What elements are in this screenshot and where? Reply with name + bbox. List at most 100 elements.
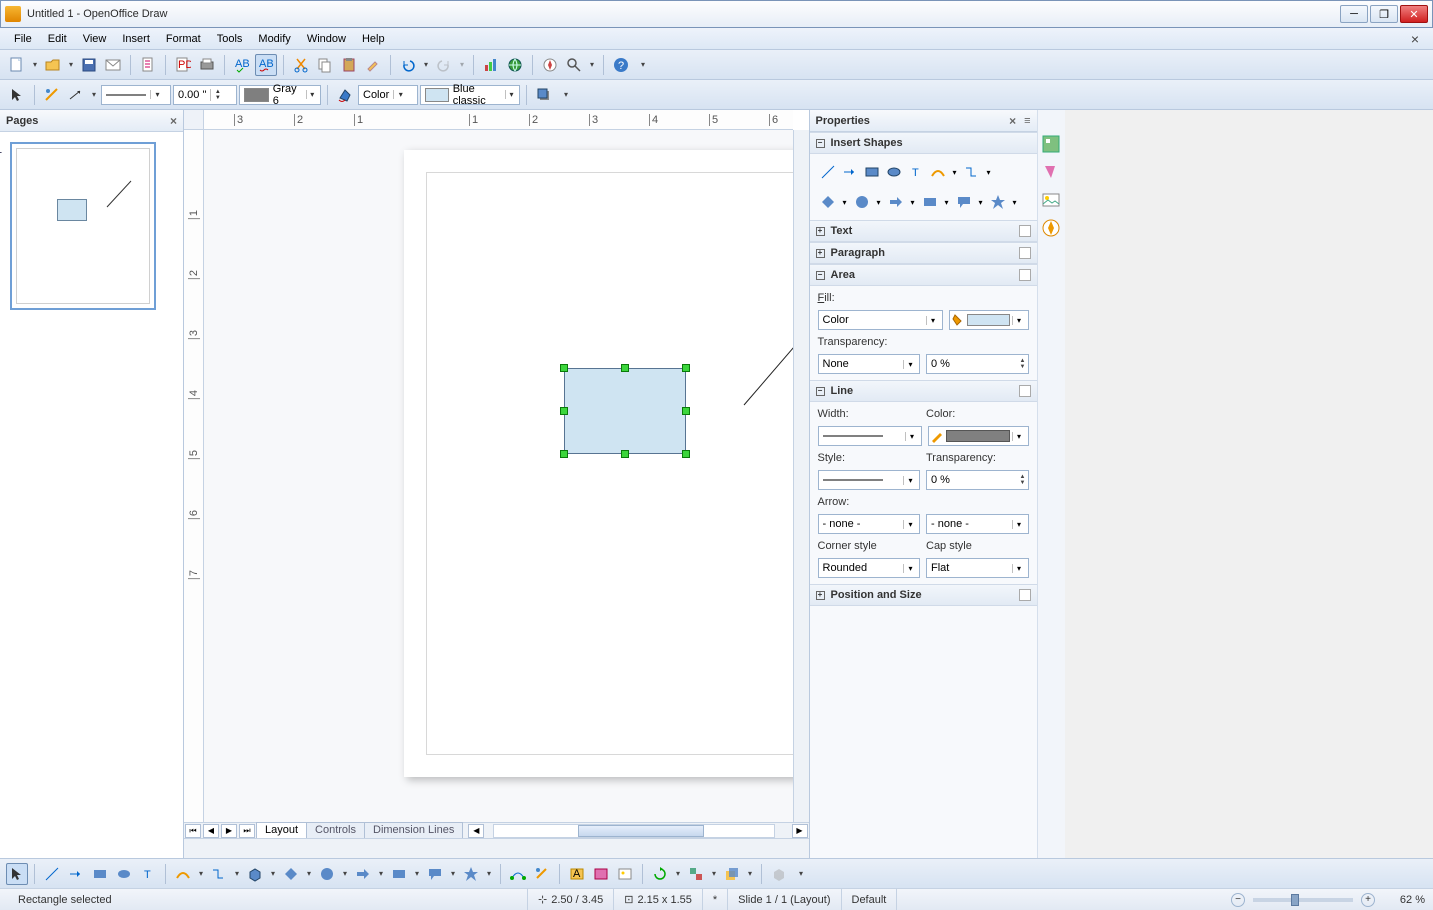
section-line-more-icon[interactable] xyxy=(1019,385,1031,397)
menu-modify[interactable]: Modify xyxy=(250,31,298,47)
tab-layout[interactable]: Layout xyxy=(256,822,307,838)
selected-rectangle-shape[interactable] xyxy=(564,368,686,454)
redo-button[interactable] xyxy=(433,54,455,76)
resize-handle-n[interactable] xyxy=(621,364,629,372)
section-insert-shapes[interactable]: −Insert Shapes xyxy=(810,132,1037,154)
draw-basic-button[interactable] xyxy=(280,863,302,885)
zoom-in-button[interactable]: + xyxy=(1361,893,1375,907)
shape-connector-button[interactable] xyxy=(962,162,982,182)
chart-button[interactable] xyxy=(480,54,502,76)
draw-gallery-button[interactable] xyxy=(614,863,636,885)
draw-from-file-button[interactable] xyxy=(590,863,612,885)
line-color-combo[interactable]: Gray 6▾ xyxy=(239,85,321,105)
horizontal-ruler[interactable]: 3 2 1 1 2 3 4 5 6 7 8 9 10 11 xyxy=(204,110,793,130)
arrow-end-select[interactable]: - none -▾ xyxy=(926,514,1029,534)
menu-file[interactable]: File xyxy=(6,31,40,47)
draw-basic-dropdown[interactable]: ▾ xyxy=(304,869,314,878)
section-text-more-icon[interactable] xyxy=(1019,225,1031,237)
paste-button[interactable] xyxy=(338,54,360,76)
draw-3d-button[interactable] xyxy=(244,863,266,885)
arrow-style-button[interactable] xyxy=(65,84,87,106)
draw-effects-dropdown[interactable]: ▾ xyxy=(673,869,683,878)
save-button[interactable] xyxy=(78,54,100,76)
draw-symbol-button[interactable] xyxy=(316,863,338,885)
draw-ellipse-button[interactable] xyxy=(113,863,135,885)
draw-gluepoints-button[interactable] xyxy=(531,863,553,885)
minimize-button[interactable]: ─ xyxy=(1340,5,1368,23)
menu-format[interactable]: Format xyxy=(158,31,209,47)
format-paintbrush-button[interactable] xyxy=(362,54,384,76)
section-position-size[interactable]: +Position and Size xyxy=(810,584,1037,606)
shape-basic-dropdown[interactable]: ▾ xyxy=(840,192,850,212)
vertical-ruler[interactable]: 1 2 3 4 5 6 7 xyxy=(184,130,204,822)
last-page-button[interactable]: ⏭ xyxy=(239,824,255,838)
fill-mode-select[interactable]: Color▾ xyxy=(818,310,943,330)
open-dropdown[interactable]: ▾ xyxy=(66,60,76,69)
horizontal-scrollbar[interactable] xyxy=(493,824,774,838)
transparency-value-field[interactable]: 0 %▲▼ xyxy=(926,354,1029,374)
first-page-button[interactable]: ⏮ xyxy=(185,824,201,838)
draw-callout-button[interactable] xyxy=(424,863,446,885)
auto-spellcheck-button[interactable]: ABC xyxy=(255,54,277,76)
menu-insert[interactable]: Insert xyxy=(114,31,158,47)
hscroll-left-button[interactable]: ◀ xyxy=(468,824,484,838)
line-width-field[interactable]: 0.00 "▲▼ xyxy=(173,85,237,105)
draw-extrusion-button[interactable] xyxy=(768,863,790,885)
fill-color-combo[interactable]: Blue classic▾ xyxy=(420,85,520,105)
draw-text-button[interactable]: T xyxy=(137,863,159,885)
resize-handle-e[interactable] xyxy=(682,407,690,415)
section-paragraph-more-icon[interactable] xyxy=(1019,247,1031,259)
undo-dropdown[interactable]: ▾ xyxy=(421,60,431,69)
shape-arrow-button[interactable] xyxy=(840,162,860,182)
section-text[interactable]: +Text xyxy=(810,220,1037,242)
line-style-button[interactable] xyxy=(41,84,63,106)
shape-curve-button[interactable] xyxy=(928,162,948,182)
maximize-button[interactable]: ❐ xyxy=(1370,5,1398,23)
cap-style-select[interactable]: Flat▾ xyxy=(926,558,1029,578)
draw-points-button[interactable] xyxy=(507,863,529,885)
sidebar-settings-icon[interactable]: ≡ xyxy=(1024,115,1030,127)
draw-blockarrow-dropdown[interactable]: ▾ xyxy=(376,869,386,878)
menu-help[interactable]: Help xyxy=(354,31,393,47)
shape-flowchart-dropdown[interactable]: ▾ xyxy=(942,192,952,212)
draw-star-button[interactable] xyxy=(460,863,482,885)
line-style-combo[interactable]: ▾ xyxy=(101,85,171,105)
export-pdf-button[interactable]: PDF xyxy=(172,54,194,76)
next-page-button[interactable]: ▶ xyxy=(221,824,237,838)
menu-tools[interactable]: Tools xyxy=(209,31,251,47)
shape-callout-dropdown[interactable]: ▾ xyxy=(976,192,986,212)
page-thumbnail[interactable] xyxy=(10,142,156,310)
copy-button[interactable] xyxy=(314,54,336,76)
spellcheck-button[interactable]: ABC xyxy=(231,54,253,76)
shape-line-button[interactable] xyxy=(818,162,838,182)
zoom-out-button[interactable]: − xyxy=(1231,893,1245,907)
pages-panel-close-icon[interactable]: × xyxy=(170,114,177,128)
tab-controls[interactable]: Controls xyxy=(306,822,365,838)
document-close-icon[interactable]: × xyxy=(1403,29,1427,49)
undo-button[interactable] xyxy=(397,54,419,76)
resize-handle-ne[interactable] xyxy=(682,364,690,372)
shape-block-arrow-dropdown[interactable]: ▾ xyxy=(908,192,918,212)
cut-button[interactable] xyxy=(290,54,312,76)
shape-basic-button[interactable] xyxy=(818,192,838,212)
properties-close-icon[interactable]: × xyxy=(1009,114,1016,128)
transparency-mode-select[interactable]: None▾ xyxy=(818,354,921,374)
resize-handle-s[interactable] xyxy=(621,450,629,458)
draw-curve-button[interactable] xyxy=(172,863,194,885)
email-button[interactable] xyxy=(102,54,124,76)
toolbar-options[interactable]: ▾ xyxy=(638,60,648,69)
draw-star-dropdown[interactable]: ▾ xyxy=(484,869,494,878)
sidebar-styles-icon[interactable] xyxy=(1041,162,1061,182)
section-area[interactable]: −Area xyxy=(810,264,1037,286)
arrow-line-shape[interactable] xyxy=(739,310,793,410)
draw-rotate-button[interactable] xyxy=(649,863,671,885)
toolbar2-options[interactable]: ▾ xyxy=(561,90,571,99)
draw-line-button[interactable] xyxy=(41,863,63,885)
section-pos-size-more-icon[interactable] xyxy=(1019,589,1031,601)
zoom-level[interactable]: 62 % xyxy=(1375,894,1425,906)
shadow-button[interactable] xyxy=(533,84,555,106)
shape-callout-button[interactable] xyxy=(954,192,974,212)
drawbar-options[interactable]: ▾ xyxy=(796,869,806,878)
resize-handle-nw[interactable] xyxy=(560,364,568,372)
shape-ellipse-button[interactable] xyxy=(884,162,904,182)
